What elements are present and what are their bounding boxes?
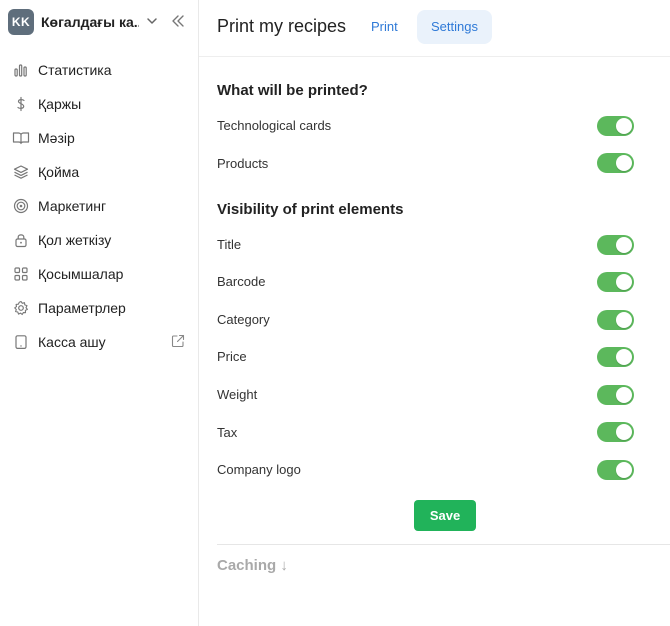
sidebar-item-label: Параметрлер bbox=[38, 300, 126, 316]
setting-label: Weight bbox=[217, 387, 258, 402]
sidebar-item-menu[interactable]: Мәзір bbox=[0, 121, 199, 155]
sidebar-item-label: Қаржы bbox=[38, 96, 82, 112]
sidebar: KK Көгалдағы ка... Статистика Қаржы Мәзі… bbox=[0, 0, 199, 626]
gear-icon bbox=[12, 299, 30, 317]
tablet-icon bbox=[12, 333, 30, 351]
setting-label: Barcode bbox=[217, 274, 266, 289]
toggle-title[interactable] bbox=[597, 235, 634, 255]
toggle-knob bbox=[616, 118, 632, 134]
layers-icon bbox=[12, 163, 30, 181]
account-switcher[interactable]: KK Көгалдағы ка... bbox=[8, 9, 191, 35]
tab-print[interactable]: Print bbox=[357, 10, 412, 44]
setting-label: Title bbox=[217, 237, 242, 252]
chevron-down-icon[interactable] bbox=[145, 14, 159, 28]
sidebar-item-label: Касса ашу bbox=[38, 334, 106, 350]
external-link-icon[interactable] bbox=[171, 334, 185, 348]
sidebar-item-label: Мәзір bbox=[38, 130, 75, 146]
toggle-knob bbox=[616, 237, 632, 253]
apps-grid-icon bbox=[12, 265, 30, 283]
toggle-knob bbox=[616, 387, 632, 403]
book-icon bbox=[12, 129, 30, 147]
sidebar-item-statistics[interactable]: Статистика bbox=[0, 53, 199, 87]
toggle-company-logo[interactable] bbox=[597, 460, 634, 480]
main-content: Print my recipes Print Settings What wil… bbox=[199, 0, 670, 626]
toggle-knob bbox=[616, 424, 632, 440]
bar-chart-icon bbox=[12, 61, 30, 79]
page-header: Print my recipes Print Settings bbox=[199, 0, 670, 57]
divider bbox=[217, 544, 670, 545]
toggle-category[interactable] bbox=[597, 310, 634, 330]
sidebar-item-warehouse[interactable]: Қойма bbox=[0, 155, 199, 189]
toggle-knob bbox=[616, 155, 632, 171]
sidebar-item-marketing[interactable]: Маркетинг bbox=[0, 189, 199, 223]
target-icon bbox=[12, 197, 30, 215]
toggle-weight[interactable] bbox=[597, 385, 634, 405]
page-title: Print my recipes bbox=[217, 16, 347, 36]
sidebar-item-label: Статистика bbox=[38, 62, 112, 78]
sidebar-item-apps[interactable]: Қосымшалар bbox=[0, 257, 199, 291]
collapse-sidebar-icon[interactable] bbox=[170, 13, 186, 29]
avatar: KK bbox=[8, 9, 34, 35]
toggle-barcode[interactable] bbox=[597, 272, 634, 292]
toggle-products[interactable] bbox=[597, 153, 634, 173]
sidebar-item-settings[interactable]: Параметрлер bbox=[0, 291, 199, 325]
save-button[interactable]: Save bbox=[414, 500, 476, 531]
caching-section-toggle[interactable]: Caching ↓ bbox=[217, 557, 288, 574]
setting-label: Price bbox=[217, 349, 247, 364]
setting-label: Company logo bbox=[217, 462, 301, 477]
account-name: Көгалдағы ка... bbox=[41, 14, 139, 30]
toggle-knob bbox=[616, 274, 632, 290]
tab-settings[interactable]: Settings bbox=[417, 10, 492, 44]
sidebar-nav: Статистика Қаржы Мәзір Қойма Маркетинг Қ… bbox=[0, 53, 199, 359]
section-title-visibility: Visibility of print elements bbox=[217, 201, 404, 218]
toggle-price[interactable] bbox=[597, 347, 634, 367]
sidebar-item-access[interactable]: Қол жеткізу bbox=[0, 223, 199, 257]
toggle-knob bbox=[616, 349, 632, 365]
toggle-technological-cards[interactable] bbox=[597, 116, 634, 136]
sidebar-item-label: Қосымшалар bbox=[38, 266, 124, 282]
setting-label: Category bbox=[217, 312, 270, 327]
sidebar-item-finance[interactable]: Қаржы bbox=[0, 87, 199, 121]
toggle-tax[interactable] bbox=[597, 422, 634, 442]
lock-icon bbox=[12, 231, 30, 249]
sidebar-item-label: Қойма bbox=[38, 164, 80, 180]
setting-label: Products bbox=[217, 156, 269, 171]
setting-label: Technological cards bbox=[217, 118, 332, 133]
sidebar-item-label: Қол жеткізу bbox=[38, 232, 112, 248]
toggle-knob bbox=[616, 462, 632, 478]
sidebar-item-label: Маркетинг bbox=[38, 198, 107, 214]
section-title-printed: What will be printed? bbox=[217, 82, 368, 99]
sidebar-item-open-register[interactable]: Касса ашу bbox=[0, 325, 199, 359]
dollar-icon bbox=[12, 95, 30, 113]
setting-label: Tax bbox=[217, 425, 238, 440]
toggle-knob bbox=[616, 312, 632, 328]
